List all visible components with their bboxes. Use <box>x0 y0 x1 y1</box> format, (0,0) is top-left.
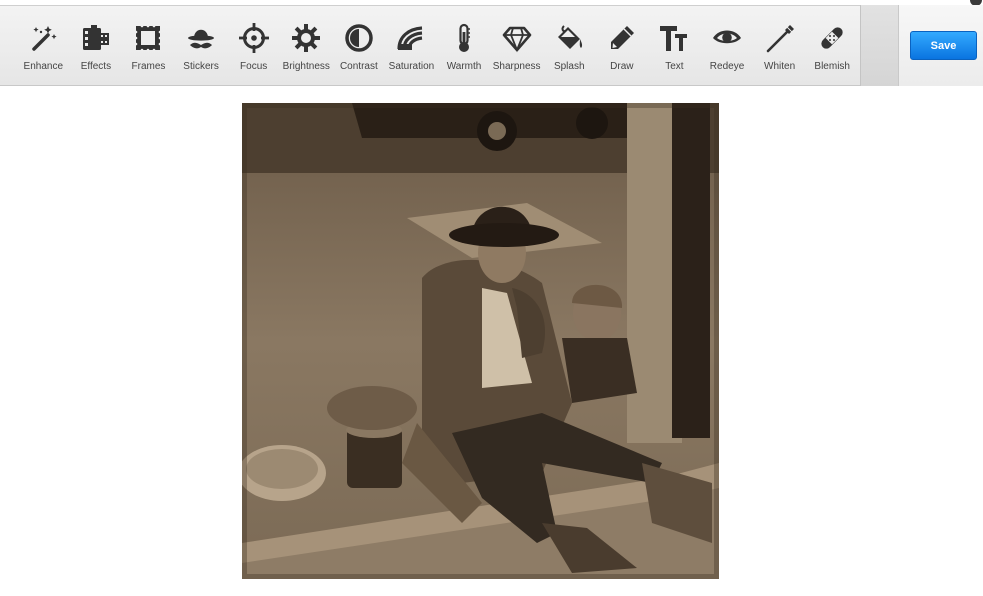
tool-redeye[interactable]: Redeye <box>701 7 754 85</box>
film-icon <box>82 25 109 50</box>
tool-stickers[interactable]: Stickers <box>175 7 228 85</box>
eye-icon <box>713 30 742 44</box>
tool-focus[interactable]: Focus <box>227 7 280 85</box>
photo-canvas[interactable] <box>242 103 719 579</box>
magic-wand-icon <box>32 26 57 51</box>
saturation-icon <box>397 26 423 50</box>
thermometer-icon <box>459 23 471 52</box>
tool-blemish[interactable]: Blemish <box>806 7 859 85</box>
tool-list: Enhance Effects Frames Stickers Focus Br… <box>17 7 859 85</box>
tool-warmth[interactable]: Warmth <box>438 7 491 85</box>
pencil-icon <box>610 26 634 49</box>
tool-splash[interactable]: Splash <box>543 7 596 85</box>
sepia-photo-image <box>242 103 719 579</box>
text-icon <box>660 26 688 51</box>
tool-draw[interactable]: Draw <box>596 7 649 85</box>
tool-label: Blemish <box>814 61 850 72</box>
tool-frames[interactable]: Frames <box>122 7 175 85</box>
tool-sharpness[interactable]: Sharpness <box>490 7 543 85</box>
toolbar-top-border <box>0 0 983 6</box>
contrast-icon <box>345 24 373 52</box>
tool-contrast[interactable]: Contrast <box>333 7 386 85</box>
hat-mustache-icon <box>188 29 215 49</box>
bandage-icon <box>821 27 843 49</box>
tool-text[interactable]: Text <box>648 7 701 85</box>
save-button[interactable]: Save <box>910 31 977 60</box>
tool-brightness[interactable]: Brightness <box>280 7 333 85</box>
tool-whiten[interactable]: Whiten <box>753 7 806 85</box>
tool-enhance[interactable]: Enhance <box>17 7 70 85</box>
toolbar-scroll-area <box>860 5 899 86</box>
frame-icon <box>135 24 162 52</box>
crosshair-icon <box>238 23 269 53</box>
diamond-icon <box>502 26 531 53</box>
sun-icon <box>292 24 321 52</box>
tool-saturation[interactable]: Saturation <box>385 7 438 85</box>
editor-toolbar: Enhance Effects Frames Stickers Focus Br… <box>0 0 983 86</box>
paint-bucket-icon <box>558 25 583 49</box>
tool-effects[interactable]: Effects <box>70 7 123 85</box>
toothbrush-icon <box>766 25 794 53</box>
